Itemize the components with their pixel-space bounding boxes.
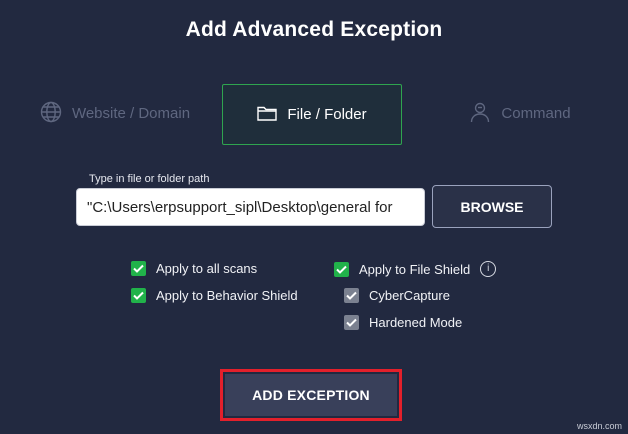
checkbox-label: Hardened Mode — [369, 315, 463, 330]
checkbox-apply-all-scans[interactable]: Apply to all scans — [131, 261, 257, 276]
command-user-icon — [469, 101, 501, 127]
info-icon[interactable]: i — [480, 261, 497, 277]
tab-command[interactable]: Command — [450, 84, 590, 143]
path-field-label: Type in file or folder path — [89, 173, 210, 185]
add-exception-button[interactable]: ADD EXCEPTION — [225, 374, 397, 416]
checkmark-icon — [334, 261, 349, 277]
dialog-title: Add Advanced Exception — [185, 18, 443, 41]
tab-website-domain[interactable]: Website / Domain — [20, 84, 210, 143]
checkbox-cybercapture[interactable]: CyberCapture — [344, 288, 450, 303]
checkmark-icon — [344, 288, 359, 303]
checkmark-icon — [131, 288, 146, 303]
tab-file-folder[interactable]: File / Folder — [222, 84, 402, 145]
checkbox-hardened-mode[interactable]: Hardened Mode — [344, 315, 462, 330]
checkbox-label: Apply to Behavior Shield — [156, 288, 298, 303]
checkbox-apply-file-shield[interactable]: Apply to File Shield i — [334, 261, 497, 277]
globe-icon — [40, 101, 72, 127]
watermark: wsxdn.com — [576, 421, 622, 431]
checkbox-label: CyberCapture — [369, 288, 450, 303]
browse-button[interactable]: BROWSE — [432, 185, 552, 228]
tab-label: Command — [501, 105, 571, 122]
checkbox-label: Apply to File Shield — [359, 261, 471, 277]
checkbox-label: Apply to all scans — [156, 261, 258, 276]
checkbox-apply-behavior-shield[interactable]: Apply to Behavior Shield — [131, 288, 298, 303]
checkmark-icon — [131, 261, 146, 276]
tab-label: File / Folder — [287, 106, 367, 123]
folder-icon — [257, 104, 287, 126]
path-input[interactable]: "C:\Users\erpsupport_sipl\Desktop\genera… — [76, 188, 425, 226]
tab-label: Website / Domain — [71, 105, 191, 122]
checkmark-icon — [344, 315, 359, 330]
